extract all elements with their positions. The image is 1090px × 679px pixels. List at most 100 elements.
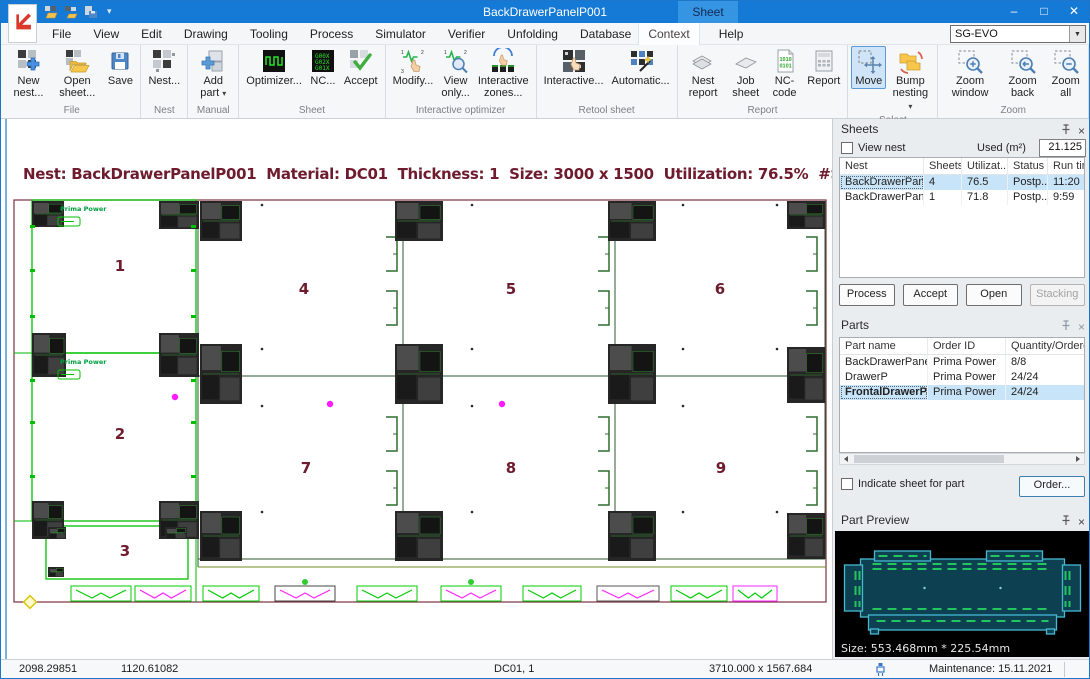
order-button[interactable]: Order... <box>1019 476 1085 497</box>
qat-more-icon[interactable]: ▾ <box>107 6 112 17</box>
parts-table-header[interactable]: Part name Order ID Quantity/Ordered <box>840 338 1084 355</box>
svg-text:3: 3 <box>120 542 130 560</box>
parts-table-hscrollbar[interactable] <box>839 453 1085 465</box>
qat-nest-icon[interactable] <box>63 4 78 19</box>
menu-unfolding[interactable]: Unfolding <box>496 23 569 45</box>
menu-view[interactable]: View <box>82 23 130 45</box>
open-sheet-button[interactable]: Open sheet... <box>51 46 103 102</box>
menu-verifier[interactable]: Verifier <box>437 23 496 45</box>
ribbon-group-nest: Nest... Nest <box>141 45 188 118</box>
menu-drawing[interactable]: Drawing <box>173 23 239 45</box>
qat-open-icon[interactable] <box>43 4 58 19</box>
parts-table-row[interactable]: BackDrawerPanelP Prima Power 8/8 <box>840 355 1084 370</box>
scroll-left-icon[interactable] <box>840 454 852 464</box>
machine-selector[interactable]: SG-EVO ▼ <box>950 25 1086 43</box>
report-button[interactable]: Report <box>803 46 844 89</box>
close-icon[interactable]: × <box>1078 321 1085 333</box>
nc-code-label: NC-code <box>770 75 799 100</box>
optimizer-label: Optimizer... <box>246 75 302 87</box>
retool-interactive-button[interactable]: Interactive... <box>540 46 608 89</box>
part-preview-canvas: Size: 553.468mm * 225.54mm <box>835 531 1090 657</box>
job-sheet-button[interactable]: Job sheet <box>726 46 766 102</box>
process-button[interactable]: Process <box>839 284 895 306</box>
modify-label: Modify... <box>393 75 434 87</box>
retool-automatic-button[interactable]: Automatic... <box>608 46 674 89</box>
col-status[interactable]: Status <box>1008 158 1048 175</box>
ribbon-group-label-interactive-optimizer: Interactive optimizer <box>389 104 533 118</box>
parts-table-row[interactable]: FrontalDrawerP... Prima Power 24/24 <box>840 385 1084 400</box>
sheets-panel-title: Sheets <box>841 122 878 136</box>
interactive-zones-button[interactable]: Interactive zones... <box>474 46 533 102</box>
pin-icon[interactable] <box>1061 318 1071 336</box>
modify-button[interactable]: 123 Modify... <box>389 46 438 89</box>
maintenance-status: Maintenance: 15.11.2021 <box>929 663 1052 675</box>
bump-nesting-button[interactable]: Bump nesting ▾ <box>886 46 934 114</box>
close-button[interactable]: ✕ <box>1059 1 1089 23</box>
zoom-window-button[interactable]: Zoom window <box>941 46 998 102</box>
nest-report-button[interactable]: Nest report <box>681 46 726 102</box>
sheets-panel-header: Sheets × <box>833 120 1090 138</box>
app-logo[interactable] <box>8 4 37 43</box>
nest-label: Nest... <box>148 75 180 87</box>
zoom-all-label: Zoom all <box>1050 75 1081 100</box>
indicate-sheet-checkbox[interactable] <box>841 478 853 490</box>
menu-help[interactable]: Help <box>708 23 755 45</box>
accept-button[interactable]: Accept <box>340 46 382 89</box>
new-nest-button[interactable]: New nest... <box>6 46 51 102</box>
move-button[interactable]: Move <box>851 46 886 89</box>
menu-simulator[interactable]: Simulator <box>364 23 437 45</box>
col-runtime[interactable]: Run time <box>1048 158 1084 175</box>
nest-canvas-area[interactable]: 123456789Prima PowerPrima Power Nest: Ba… <box>5 119 832 659</box>
col-part-name[interactable]: Part name <box>840 338 928 355</box>
sheets-table-row[interactable]: BackDrawerPanel... 1 71.8 Postp... 9:59 <box>840 190 1084 205</box>
menu-database[interactable]: Database <box>569 23 642 45</box>
close-icon[interactable]: × <box>1078 516 1085 528</box>
right-panel: Sheets × View nest Used (m²) 21.125 Nest… <box>832 119 1090 659</box>
menu-file[interactable]: File <box>41 23 82 45</box>
qat-save-icon[interactable] <box>83 4 98 19</box>
sheets-table-row[interactable]: BackDrawerPanel... 4 76.5 Postp... 11:20 <box>840 175 1084 190</box>
col-utilization[interactable]: Utilizat... <box>962 158 1008 175</box>
save-button[interactable]: Save <box>103 46 137 89</box>
nest-button[interactable]: Nest... <box>144 46 184 89</box>
retool-automatic-icon <box>628 48 654 74</box>
accept-sheet-button[interactable]: Accept <box>903 284 959 306</box>
col-sheets[interactable]: Sheets <box>924 158 962 175</box>
add-part-button[interactable]: Add part ▾ <box>191 46 235 102</box>
col-nest[interactable]: Nest <box>840 158 924 175</box>
scroll-right-icon[interactable] <box>1072 454 1084 464</box>
svg-text:8: 8 <box>506 459 516 477</box>
close-icon[interactable]: × <box>1078 125 1085 137</box>
menu-process[interactable]: Process <box>299 23 364 45</box>
nc-button[interactable]: G00XG02XG01X NC... <box>306 46 340 89</box>
nc-code-button[interactable]: 10100101 NC-code <box>766 46 803 102</box>
zoom-all-button[interactable]: Zoom all <box>1046 46 1085 102</box>
pin-icon[interactable] <box>1061 122 1071 140</box>
context-ribbon-tab-sheet[interactable]: Sheet <box>678 1 738 23</box>
chevron-down-icon[interactable]: ▼ <box>1069 26 1085 42</box>
interactive-zones-icon <box>490 48 516 74</box>
parts-panel-title: Parts <box>841 318 869 332</box>
optimizer-button[interactable]: Optimizer... <box>242 46 306 89</box>
menu-edit[interactable]: Edit <box>130 23 173 45</box>
parts-table-row[interactable]: DrawerP Prima Power 24/24 <box>840 370 1084 385</box>
menu-tooling[interactable]: Tooling <box>239 23 299 45</box>
sheets-table[interactable]: Nest Sheets Utilizat... Status Run time … <box>839 157 1085 278</box>
zoom-back-button[interactable]: Zoom back <box>999 46 1047 102</box>
scrollbar-thumb[interactable] <box>854 455 1004 463</box>
nest-drawing[interactable]: 123456789Prima PowerPrima Power <box>7 119 832 659</box>
menu-context[interactable]: Context <box>638 23 700 45</box>
minimize-button[interactable]: – <box>999 1 1029 23</box>
move-label: Move <box>855 75 882 87</box>
open-button[interactable]: Open <box>966 284 1022 306</box>
accept-icon <box>348 48 374 74</box>
col-quantity[interactable]: Quantity/Ordered <box>1006 338 1084 355</box>
parts-table[interactable]: Part name Order ID Quantity/Ordered Back… <box>839 337 1085 453</box>
sheets-table-header[interactable]: Nest Sheets Utilizat... Status Run time <box>840 158 1084 175</box>
pin-icon[interactable] <box>1061 513 1071 531</box>
col-order-id[interactable]: Order ID <box>928 338 1006 355</box>
view-only-button[interactable]: 12 View only... <box>437 46 474 102</box>
maximize-button[interactable]: □ <box>1029 1 1059 23</box>
view-nest-checkbox[interactable] <box>841 142 853 154</box>
chevron-down-icon: ▾ <box>908 102 912 111</box>
